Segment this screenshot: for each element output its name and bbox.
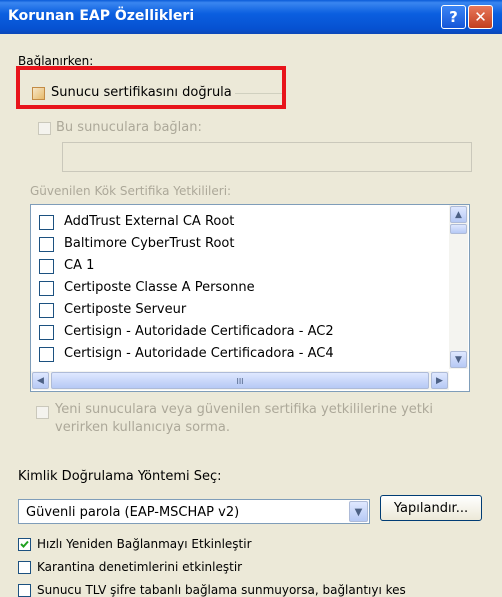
trusted-ca-label: Güvenilen Kök Sertifika Yetkilileri: <box>30 184 232 198</box>
ca-checkbox[interactable] <box>39 347 54 362</box>
ca-checkbox[interactable] <box>39 215 54 230</box>
window-title: Korunan EAP Özellikleri <box>8 8 195 24</box>
list-item[interactable]: Baltimore CyberTrust Root <box>39 234 439 256</box>
connect-servers-label: Bu sunuculara bağlan: <box>56 120 202 135</box>
no-prompt-label-line1: Yeni sunuculara veya güvenilen sertifika… <box>55 402 434 417</box>
fast-reconnect-label: Hızlı Yeniden Bağlanmayı Etkinleştir <box>37 537 252 551</box>
trusted-ca-list[interactable]: AddTrust External CA Root Baltimore Cybe… <box>30 204 470 392</box>
scroll-left-icon[interactable]: ◀ <box>32 372 49 389</box>
highlight-box <box>16 66 286 109</box>
chevron-down-icon[interactable]: ▼ <box>349 501 368 522</box>
ca-checkbox[interactable] <box>39 281 54 296</box>
scroll-right-icon[interactable]: ▶ <box>431 372 448 389</box>
list-item[interactable]: Certiposte Classe A Personne <box>39 278 439 300</box>
hscroll-thumb[interactable]: III <box>51 372 429 389</box>
help-button[interactable]: ? <box>441 5 466 29</box>
vertical-scrollbar[interactable]: ▲ ▼ <box>449 205 468 369</box>
tlv-disconnect-label: Sunucu TLV şifre tabanlı bağlama sunmuyo… <box>37 583 406 597</box>
fast-reconnect-checkbox[interactable] <box>18 538 31 551</box>
scroll-up-icon[interactable]: ▲ <box>450 206 467 223</box>
no-prompt-checkbox[interactable] <box>36 406 49 419</box>
close-button[interactable]: ✕ <box>468 5 493 29</box>
servers-input[interactable] <box>62 142 472 172</box>
quarantine-checkbox[interactable] <box>18 561 31 574</box>
horizontal-scrollbar[interactable]: ◀ III ▶ <box>31 371 449 390</box>
dialog-body: Bağlanırken: Sunucu sertifikasını doğrul… <box>0 34 502 597</box>
tlv-disconnect-checkbox[interactable] <box>18 584 31 597</box>
ca-checkbox[interactable] <box>39 259 54 274</box>
scroll-down-icon[interactable]: ▼ <box>450 351 467 368</box>
title-bar[interactable]: Korunan EAP Özellikleri ? ✕ <box>0 0 502 34</box>
close-icon: ✕ <box>474 8 487 26</box>
no-prompt-label-line2: verirken kullanıcıya sorma. <box>55 420 230 435</box>
list-item[interactable]: Certiposte Serveur <box>39 300 439 322</box>
configure-button[interactable]: Yapılandır... <box>380 495 482 521</box>
scroll-thumb[interactable] <box>450 224 467 234</box>
list-item[interactable]: Certisign - Autoridade Certificadora - A… <box>39 344 439 366</box>
quarantine-label: Karantina denetimlerini etkinleştir <box>37 560 243 574</box>
ca-checkbox[interactable] <box>39 237 54 252</box>
help-icon: ? <box>449 8 458 26</box>
auth-method-label: Kimlik Doğrulama Yöntemi Seç: <box>18 469 222 484</box>
check-icon <box>20 540 29 548</box>
list-item[interactable]: Certisign - Autoridade Certificadora - A… <box>39 322 439 344</box>
list-item[interactable]: AddTrust External CA Root <box>39 212 439 234</box>
connect-servers-checkbox[interactable] <box>38 122 51 135</box>
ca-checkbox[interactable] <box>39 325 54 340</box>
auth-method-select[interactable]: Güvenli parola (EAP-MSCHAP v2) ▼ <box>18 499 370 524</box>
list-item[interactable]: CA 1 <box>39 256 439 278</box>
ca-checkbox[interactable] <box>39 303 54 318</box>
